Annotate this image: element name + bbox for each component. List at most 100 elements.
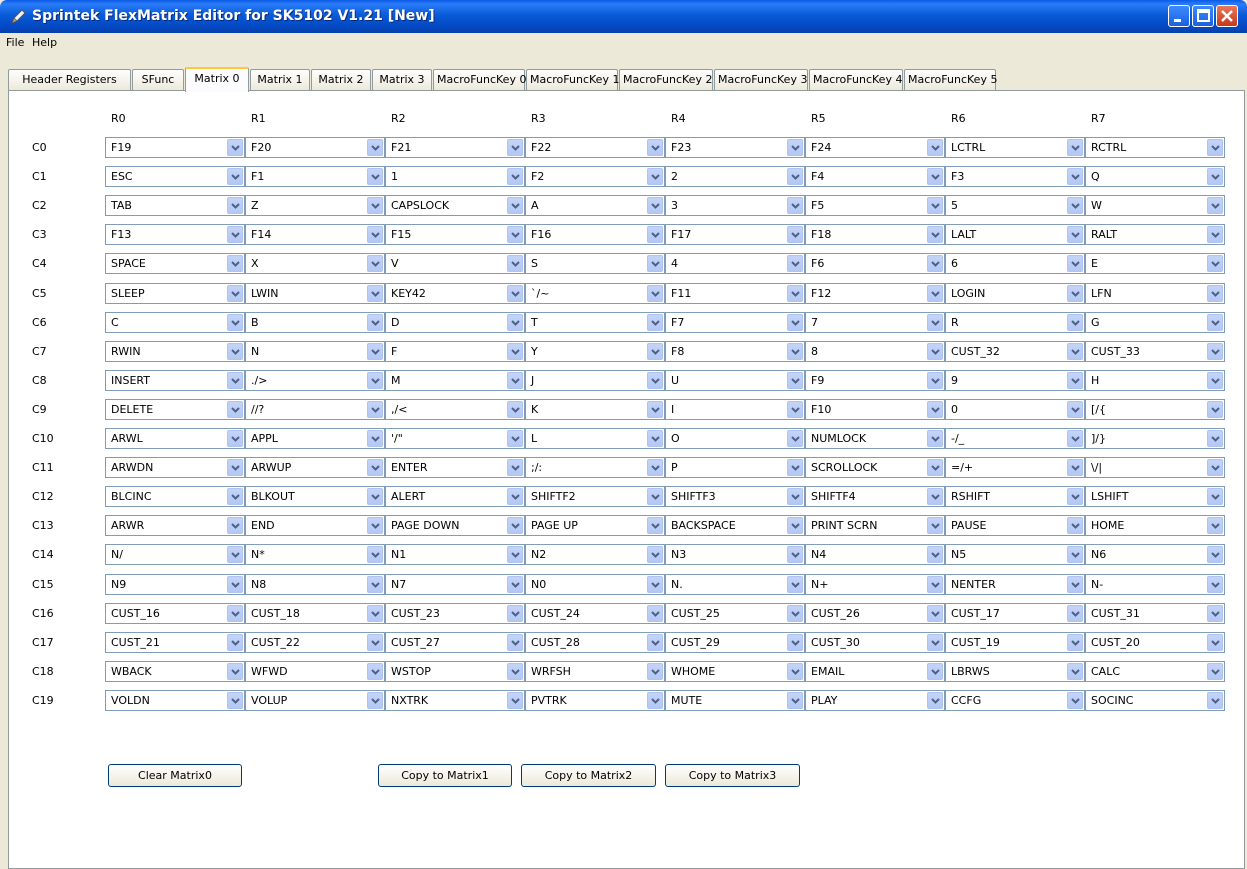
key-select-c11-r3[interactable]: ;/: xyxy=(525,457,665,478)
chevron-down-icon[interactable] xyxy=(227,285,243,302)
chevron-down-icon[interactable] xyxy=(367,197,383,214)
key-select-c15-r2[interactable]: N7 xyxy=(385,574,525,595)
key-select-c18-r2[interactable]: WSTOP xyxy=(385,661,525,682)
key-select-c7-r1[interactable]: N xyxy=(245,341,385,362)
key-select-c1-r4[interactable]: 2 xyxy=(665,166,805,187)
chevron-down-icon[interactable] xyxy=(927,576,943,593)
chevron-down-icon[interactable] xyxy=(787,255,803,272)
chevron-down-icon[interactable] xyxy=(1207,634,1223,651)
chevron-down-icon[interactable] xyxy=(227,430,243,447)
key-select-c6-r4[interactable]: F7 xyxy=(665,312,805,333)
chevron-down-icon[interactable] xyxy=(787,488,803,505)
key-select-c14-r3[interactable]: N2 xyxy=(525,544,665,565)
key-select-c9-r2[interactable]: ,/< xyxy=(385,399,525,420)
chevron-down-icon[interactable] xyxy=(227,255,243,272)
key-select-c5-r1[interactable]: LWIN xyxy=(245,283,385,304)
key-select-c16-r4[interactable]: CUST_25 xyxy=(665,603,805,624)
chevron-down-icon[interactable] xyxy=(1207,343,1223,360)
copy-to-matrix2-button[interactable]: Copy to Matrix2 xyxy=(521,764,656,787)
chevron-down-icon[interactable] xyxy=(1207,285,1223,302)
chevron-down-icon[interactable] xyxy=(787,139,803,156)
chevron-down-icon[interactable] xyxy=(1207,255,1223,272)
chevron-down-icon[interactable] xyxy=(1067,488,1083,505)
key-select-c15-r4[interactable]: N. xyxy=(665,574,805,595)
tab-macrofunckey-0[interactable]: MacroFuncKey 0 xyxy=(433,69,526,91)
key-select-c9-r0[interactable]: DELETE xyxy=(105,399,245,420)
chevron-down-icon[interactable] xyxy=(1207,576,1223,593)
tab-header-registers[interactable]: Header Registers xyxy=(8,69,131,91)
chevron-down-icon[interactable] xyxy=(507,605,523,622)
chevron-down-icon[interactable] xyxy=(227,692,243,709)
chevron-down-icon[interactable] xyxy=(367,343,383,360)
chevron-down-icon[interactable] xyxy=(227,401,243,418)
chevron-down-icon[interactable] xyxy=(787,168,803,185)
key-select-c13-r6[interactable]: PAUSE xyxy=(945,515,1085,536)
key-select-c16-r6[interactable]: CUST_17 xyxy=(945,603,1085,624)
key-select-c17-r2[interactable]: CUST_27 xyxy=(385,632,525,653)
chevron-down-icon[interactable] xyxy=(1067,197,1083,214)
chevron-down-icon[interactable] xyxy=(1207,430,1223,447)
chevron-down-icon[interactable] xyxy=(227,197,243,214)
key-select-c17-r7[interactable]: CUST_20 xyxy=(1085,632,1225,653)
key-select-c7-r3[interactable]: Y xyxy=(525,341,665,362)
chevron-down-icon[interactable] xyxy=(367,517,383,534)
tab-macrofunckey-4[interactable]: MacroFuncKey 4 xyxy=(809,69,903,91)
chevron-down-icon[interactable] xyxy=(1207,314,1223,331)
key-select-c19-r1[interactable]: VOLUP xyxy=(245,690,385,711)
tab-matrix-2[interactable]: Matrix 2 xyxy=(311,69,371,91)
chevron-down-icon[interactable] xyxy=(647,517,663,534)
key-select-c16-r3[interactable]: CUST_24 xyxy=(525,603,665,624)
key-select-c16-r7[interactable]: CUST_31 xyxy=(1085,603,1225,624)
key-select-c0-r7[interactable]: RCTRL xyxy=(1085,137,1225,158)
chevron-down-icon[interactable] xyxy=(787,285,803,302)
chevron-down-icon[interactable] xyxy=(507,197,523,214)
chevron-down-icon[interactable] xyxy=(227,343,243,360)
key-select-c5-r0[interactable]: SLEEP xyxy=(105,283,245,304)
chevron-down-icon[interactable] xyxy=(647,692,663,709)
chevron-down-icon[interactable] xyxy=(1207,401,1223,418)
chevron-down-icon[interactable] xyxy=(227,168,243,185)
chevron-down-icon[interactable] xyxy=(787,663,803,680)
tab-matrix-1[interactable]: Matrix 1 xyxy=(250,69,310,91)
key-select-c6-r3[interactable]: T xyxy=(525,312,665,333)
chevron-down-icon[interactable] xyxy=(367,488,383,505)
key-select-c7-r4[interactable]: F8 xyxy=(665,341,805,362)
key-select-c4-r0[interactable]: SPACE xyxy=(105,253,245,274)
key-select-c18-r7[interactable]: CALC xyxy=(1085,661,1225,682)
key-select-c11-r7[interactable]: \/| xyxy=(1085,457,1225,478)
key-select-c3-r2[interactable]: F15 xyxy=(385,224,525,245)
key-select-c19-r5[interactable]: PLAY xyxy=(805,690,945,711)
chevron-down-icon[interactable] xyxy=(227,139,243,156)
key-select-c9-r5[interactable]: F10 xyxy=(805,399,945,420)
key-select-c13-r2[interactable]: PAGE DOWN xyxy=(385,515,525,536)
menu-file[interactable]: File xyxy=(6,36,24,49)
chevron-down-icon[interactable] xyxy=(647,372,663,389)
key-select-c8-r0[interactable]: INSERT xyxy=(105,370,245,391)
key-select-c1-r1[interactable]: F1 xyxy=(245,166,385,187)
chevron-down-icon[interactable] xyxy=(787,576,803,593)
key-select-c14-r6[interactable]: N5 xyxy=(945,544,1085,565)
key-select-c11-r4[interactable]: P xyxy=(665,457,805,478)
chevron-down-icon[interactable] xyxy=(367,372,383,389)
key-select-c17-r1[interactable]: CUST_22 xyxy=(245,632,385,653)
key-select-c4-r7[interactable]: E xyxy=(1085,253,1225,274)
chevron-down-icon[interactable] xyxy=(1207,139,1223,156)
chevron-down-icon[interactable] xyxy=(927,401,943,418)
chevron-down-icon[interactable] xyxy=(647,488,663,505)
key-select-c14-r7[interactable]: N6 xyxy=(1085,544,1225,565)
chevron-down-icon[interactable] xyxy=(927,372,943,389)
clear-matrix-button[interactable]: Clear Matrix0 xyxy=(108,764,242,787)
key-select-c3-r6[interactable]: LALT xyxy=(945,224,1085,245)
chevron-down-icon[interactable] xyxy=(1067,255,1083,272)
key-select-c0-r6[interactable]: LCTRL xyxy=(945,137,1085,158)
key-select-c13-r0[interactable]: ARWR xyxy=(105,515,245,536)
key-select-c3-r0[interactable]: F13 xyxy=(105,224,245,245)
key-select-c3-r4[interactable]: F17 xyxy=(665,224,805,245)
key-select-c9-r1[interactable]: //? xyxy=(245,399,385,420)
chevron-down-icon[interactable] xyxy=(647,314,663,331)
key-select-c15-r5[interactable]: N+ xyxy=(805,574,945,595)
key-select-c4-r4[interactable]: 4 xyxy=(665,253,805,274)
chevron-down-icon[interactable] xyxy=(927,663,943,680)
copy-to-matrix3-button[interactable]: Copy to Matrix3 xyxy=(665,764,800,787)
key-select-c12-r7[interactable]: LSHIFT xyxy=(1085,486,1225,507)
